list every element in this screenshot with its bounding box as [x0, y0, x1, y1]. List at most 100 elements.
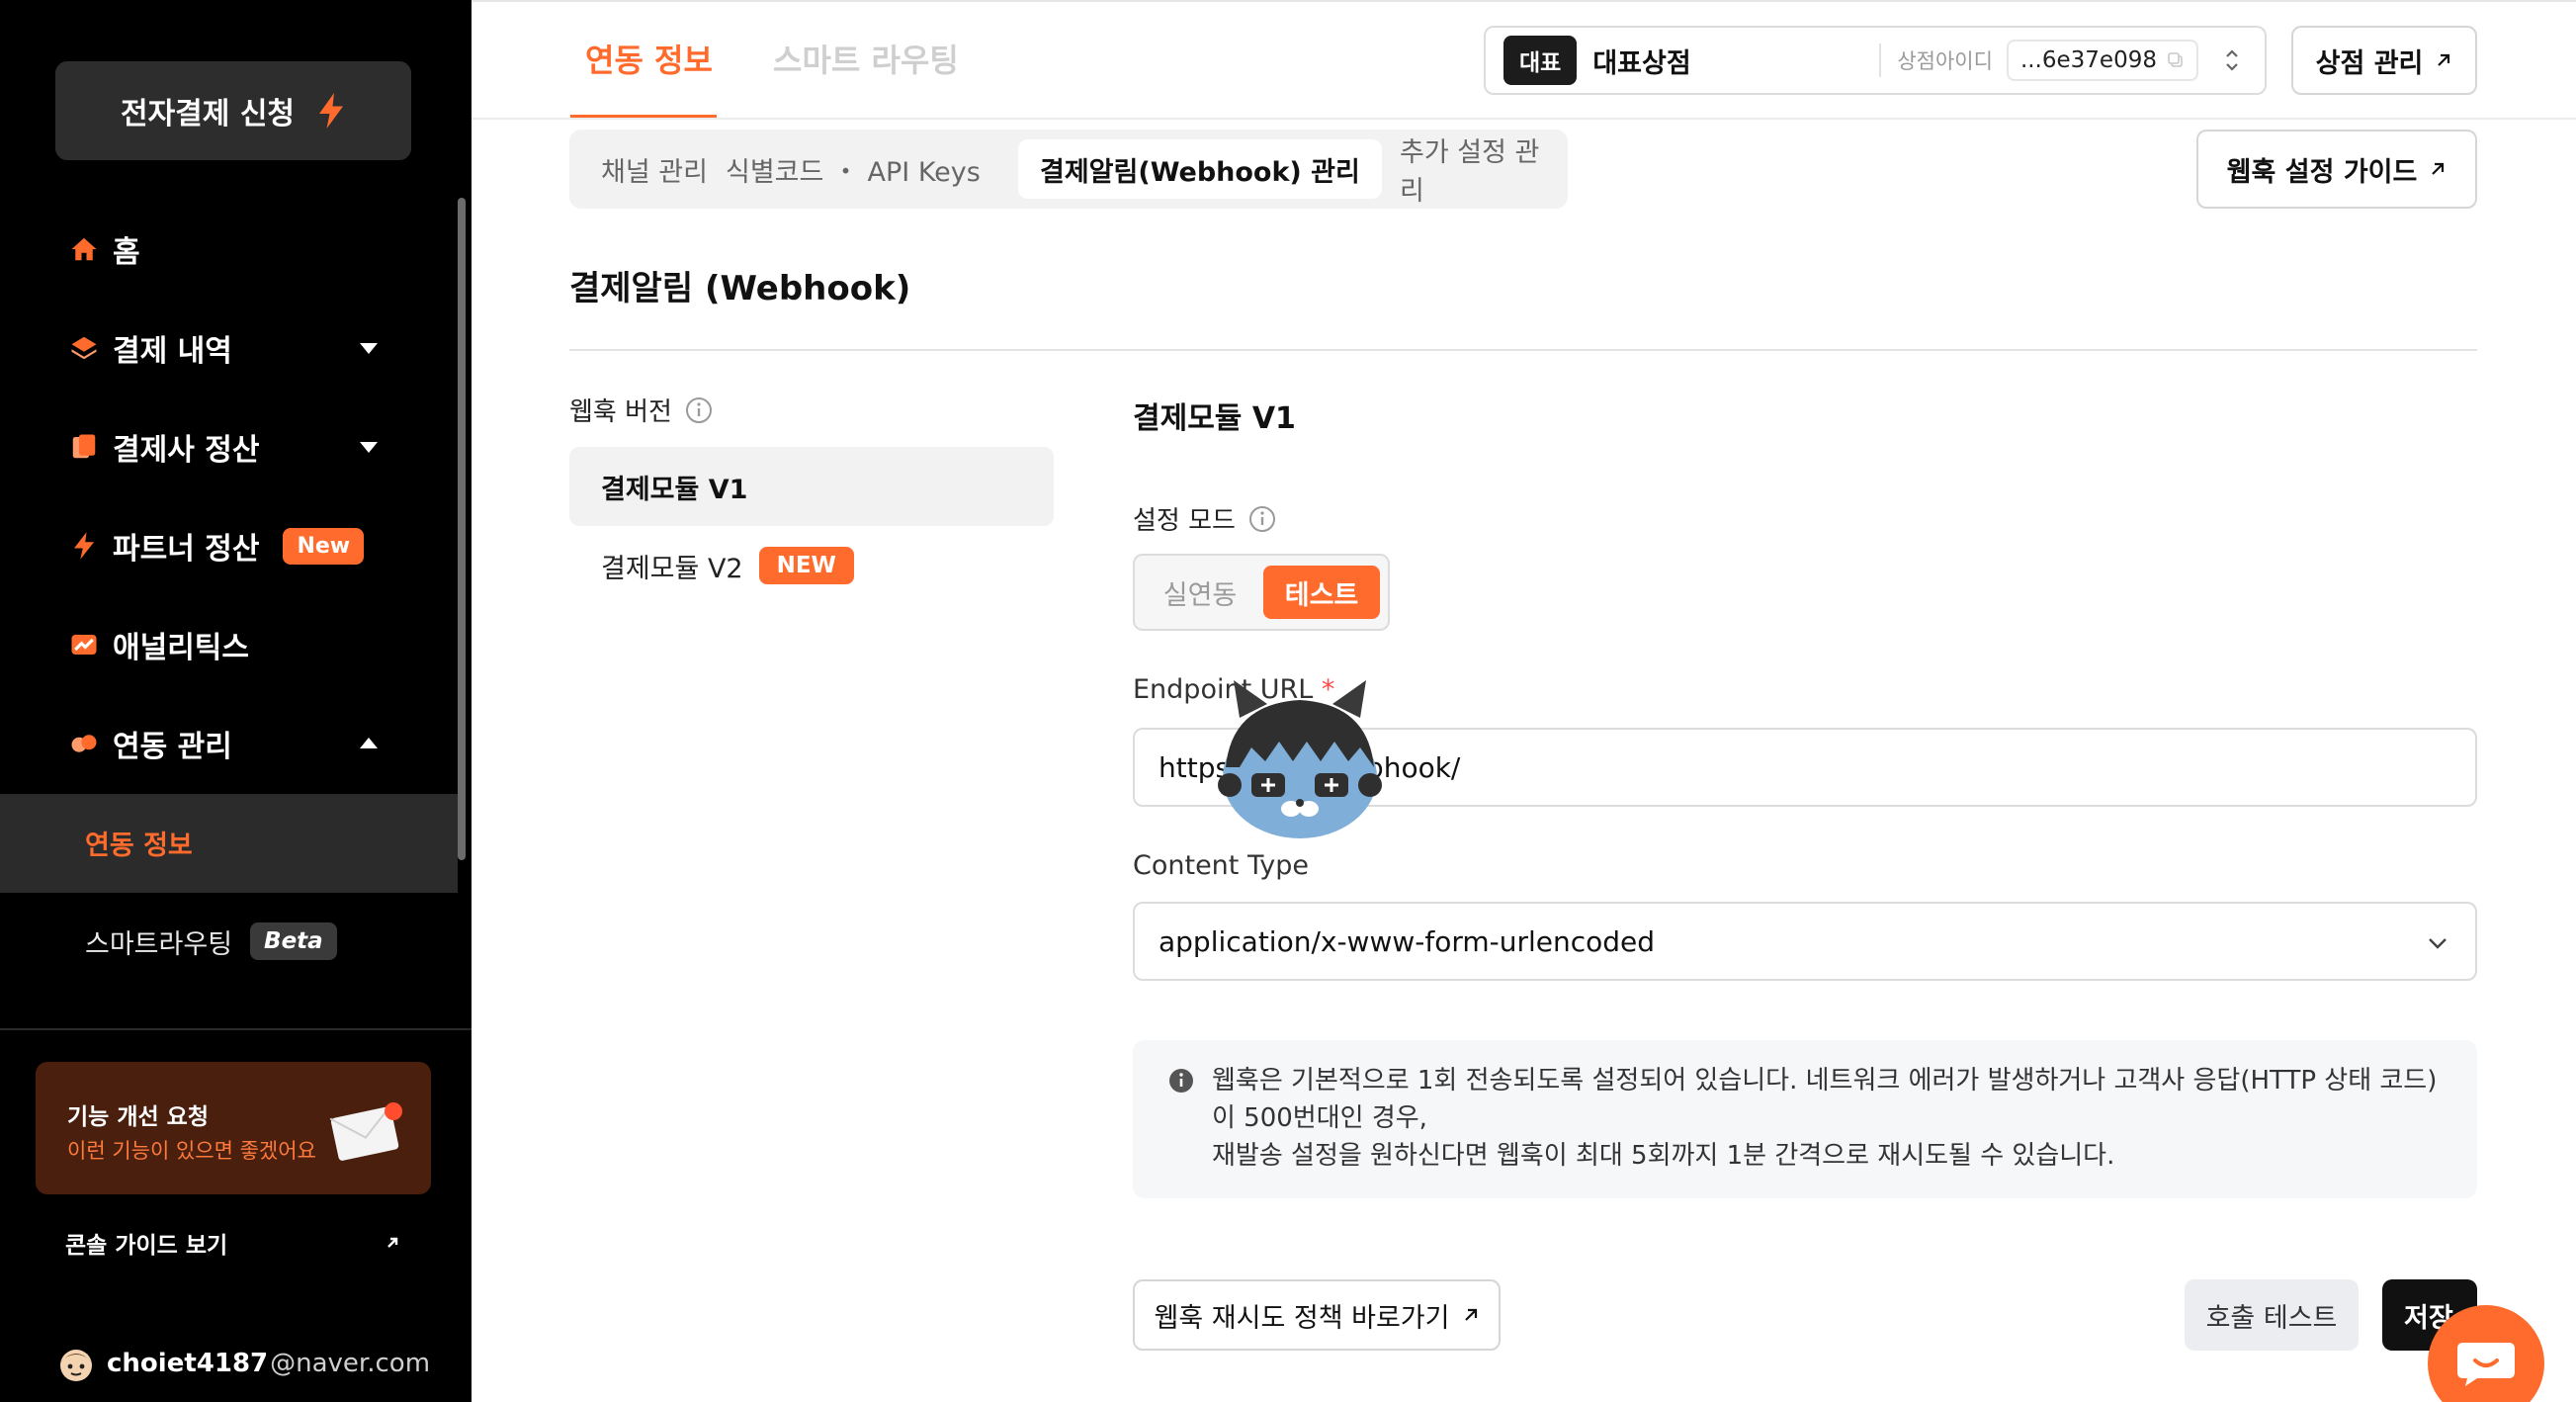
subtab-webhook[interactable]: 결제알림(Webhook) 관리	[1018, 139, 1382, 199]
sidebar-item-label: 결제 내역	[113, 334, 232, 369]
tab-smart-routing[interactable]: 스마트 라우팅	[773, 36, 959, 81]
sidebar-subitem-label: 연동 정보	[85, 830, 193, 861]
sidebar-item-integration[interactable]: 연동 관리	[69, 714, 232, 773]
sidebar-item-label: 홈	[113, 235, 140, 270]
content-type-label: Content Type	[1133, 850, 1309, 881]
sidebar-subitem-smart-routing[interactable]: 스마트라우팅 Beta	[85, 912, 337, 971]
section-divider	[569, 349, 2477, 351]
mode-label-text: 설정 모드	[1133, 506, 1236, 536]
user-name: choiet4187	[107, 1349, 269, 1378]
retry-policy-button[interactable]: 웹훅 재시도 정책 바로가기	[1133, 1279, 1501, 1351]
link-icon	[69, 729, 99, 758]
new-badge: New	[283, 527, 365, 565]
apply-payment-button[interactable]: 전자결제 신청	[55, 61, 411, 160]
external-link-icon	[2438, 53, 2450, 66]
sidebar-item-label: 파트너 정산	[113, 532, 260, 567]
sidebar-subitem-integration-info[interactable]: 연동 정보	[85, 813, 193, 872]
version-item-label: 결제모듈 V1	[601, 474, 748, 505]
user-profile[interactable]: choiet4187 @naver.com	[55, 1343, 430, 1384]
webhook-version-label: 웹훅 버전	[569, 392, 714, 428]
retry-policy-label: 웹훅 재시도 정책 바로가기	[1154, 1302, 1450, 1334]
sidebar-item-analytics[interactable]: 애널리틱스	[69, 615, 249, 674]
sidebar: 전자결제 신청 홈 결제 내역 결제사 정산 파트너 정산 New 애널리틱스 …	[0, 0, 472, 1402]
tab-integration-info[interactable]: 연동 정보	[585, 36, 713, 81]
info-filled-icon	[1169, 1069, 1193, 1093]
feature-request-subtitle: 이런 기능이 있으면 좋겠어요	[67, 1139, 316, 1163]
mode-option-test[interactable]: 테스트	[1263, 566, 1380, 619]
bolt-icon	[69, 531, 99, 561]
sidebar-divider	[0, 1028, 472, 1030]
page-title: 결제알림 (Webhook)	[569, 269, 911, 308]
sidebar-scrollbar[interactable]	[458, 198, 466, 860]
sidebar-item-label: 애널리틱스	[113, 631, 249, 665]
subtab-bar: 채널 관리 식별코드 ・ API Keys 결제알림(Webhook) 관리 추…	[569, 130, 1568, 209]
store-name: 대표상점	[1592, 47, 1691, 79]
chevron-down-icon	[2429, 938, 2447, 949]
store-selector[interactable]: 대표 대표상점 상점아이디 ...6e37e098	[1484, 26, 2267, 95]
feature-request-card[interactable]: 기능 개선 요청 이런 기능이 있으면 좋겠어요	[36, 1062, 431, 1194]
webhook-version-text: 웹훅 버전	[569, 397, 672, 427]
store-id-value: ...6e37e098	[2019, 47, 2157, 73]
subtab-extra-settings[interactable]: 추가 설정 관리	[1378, 137, 1568, 207]
sidebar-subitem-label: 스마트라우팅	[85, 928, 233, 960]
subtab-api-keys[interactable]: 식별코드 ・ API Keys	[704, 139, 1002, 199]
sidebar-item-label: 결제사 정산	[113, 433, 260, 468]
sidebar-item-label: 연동 관리	[113, 730, 232, 764]
avatar	[60, 1350, 92, 1381]
external-link-icon	[387, 1237, 398, 1248]
module-title: 결제모듈 V1	[1133, 401, 1296, 436]
notice-line: 웹훅은 기본적으로 1회 전송되도록 설정되어 있습니다. 네트워크 에러가 발…	[1212, 1066, 2438, 1095]
store-id-label: 상점아이디	[1897, 49, 1993, 73]
chevron-down-icon[interactable]	[358, 337, 380, 359]
sub-item-active-bg	[0, 794, 458, 893]
version-item-label: 결제모듈 V2	[601, 553, 743, 584]
home-icon	[69, 234, 99, 264]
call-test-label: 호출 테스트	[2205, 1302, 2338, 1334]
sidebar-item-pg-settlement[interactable]: 결제사 정산	[69, 417, 259, 477]
console-guide-label: 콘솔 가이드 보기	[65, 1233, 228, 1259]
sidebar-item-payment-history[interactable]: 결제 내역	[69, 318, 232, 378]
webhook-guide-label: 웹훅 설정 가이드	[2226, 156, 2418, 188]
content-type-select[interactable]: application/x-www-form-urlencoded	[1133, 902, 2477, 981]
sidebar-item-partner-settlement[interactable]: 파트너 정산 New	[69, 516, 365, 575]
chart-icon	[69, 630, 99, 659]
bolt-icon	[319, 93, 344, 129]
new-badge: NEW	[758, 547, 854, 584]
external-link-icon	[2432, 162, 2445, 175]
console-guide-link[interactable]: 콘솔 가이드 보기	[65, 1226, 401, 1260]
store-id-field[interactable]: ...6e37e098	[2006, 40, 2198, 81]
copy-icon[interactable]	[2167, 51, 2185, 69]
store-manage-label: 상점 관리	[2315, 47, 2424, 79]
header-divider	[472, 118, 2576, 120]
info-icon[interactable]	[684, 395, 714, 425]
store-manage-button[interactable]: 상점 관리	[2291, 26, 2477, 95]
version-item-v1[interactable]: 결제모듈 V1	[569, 447, 1054, 526]
content-type-value: application/x-www-form-urlencoded	[1159, 924, 1656, 958]
webhook-guide-button[interactable]: 웹훅 설정 가이드	[2196, 130, 2477, 209]
chevron-down-icon[interactable]	[358, 436, 380, 458]
apply-payment-label: 전자결제 신청	[120, 97, 296, 131]
sidebar-item-home[interactable]: 홈	[69, 219, 140, 279]
top-border	[472, 0, 2576, 2]
external-link-icon	[1464, 1308, 1477, 1321]
store-tag: 대표	[1503, 36, 1578, 85]
info-icon[interactable]	[1247, 504, 1277, 534]
mode-label: 설정 모드	[1133, 500, 1277, 537]
envelope-icon	[329, 1102, 402, 1161]
version-item-v2[interactable]: 결제모듈 V2 NEW	[569, 526, 1054, 605]
notice-line: 재발송 설정을 원하신다면 웹훅이 최대 5회까지 1분 간격으로 재시도될 수…	[1212, 1141, 2115, 1171]
feature-request-title: 기능 개선 요청	[67, 1104, 209, 1130]
layers-icon	[69, 333, 99, 363]
chat-icon	[2457, 1343, 2515, 1386]
mascot-sticker-icon	[1218, 680, 1382, 838]
user-domain: @naver.com	[270, 1349, 431, 1378]
notice-line: 이 500번대인 경우,	[1212, 1103, 1427, 1133]
chevron-updown-icon	[2226, 49, 2238, 71]
chevron-up-icon[interactable]	[358, 733, 380, 754]
store-separator	[1879, 44, 1882, 77]
mode-option-live[interactable]: 실연동	[1145, 566, 1255, 619]
documents-icon	[69, 432, 99, 462]
notice-text: 웹훅은 기본적으로 1회 전송되도록 설정되어 있습니다. 네트워크 에러가 발…	[1212, 1062, 2447, 1175]
call-test-button[interactable]: 호출 테스트	[2185, 1279, 2359, 1351]
notice-box: 웹훅은 기본적으로 1회 전송되도록 설정되어 있습니다. 네트워크 에러가 발…	[1133, 1040, 2477, 1198]
